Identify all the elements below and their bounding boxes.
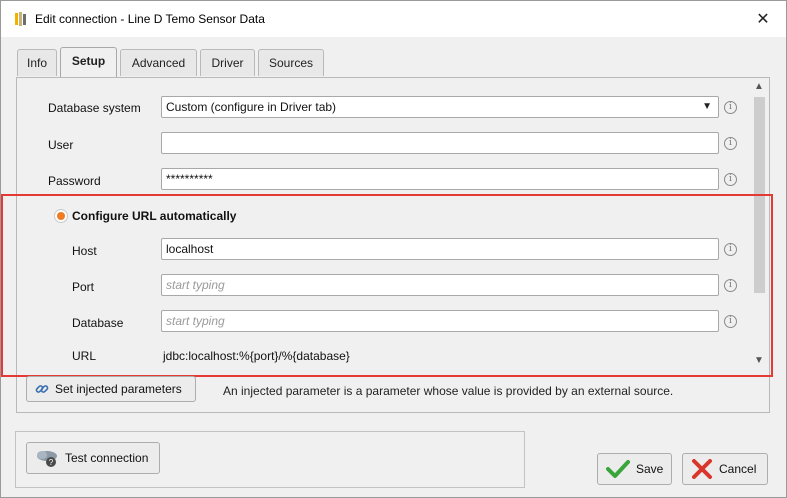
user-label: User: [48, 138, 74, 152]
url-label: URL: [72, 349, 97, 363]
database-system-label: Database system: [48, 101, 141, 115]
port-info-icon[interactable]: i: [724, 279, 737, 292]
port-label: Port: [72, 280, 95, 294]
tab-setup[interactable]: Setup: [60, 47, 117, 77]
edit-connection-dialog: Edit connection - Line D Temo Sensor Dat…: [0, 0, 787, 498]
database-label: Database: [72, 316, 124, 330]
scroll-down-icon[interactable]: ▼: [751, 353, 767, 369]
host-info-icon[interactable]: i: [724, 243, 737, 256]
url-value: jdbc:localhost:%{port}/%{database}: [163, 349, 350, 363]
title-bar: Edit connection - Line D Temo Sensor Dat…: [1, 1, 786, 37]
scroll-up-icon[interactable]: ▲: [751, 79, 767, 95]
configure-url-auto-label: Configure URL automatically: [72, 209, 237, 223]
checkmark-icon: [606, 460, 630, 478]
window-title: Edit connection - Line D Temo Sensor Dat…: [35, 12, 265, 26]
database-system-select[interactable]: Custom (configure in Driver tab) ▼: [161, 96, 719, 118]
save-button[interactable]: Save: [597, 453, 672, 485]
port-input[interactable]: start typing: [161, 274, 719, 296]
cancel-button[interactable]: Cancel: [682, 453, 768, 485]
password-label: Password: [48, 174, 101, 188]
password-input[interactable]: **********: [161, 168, 719, 190]
link-icon: [35, 385, 49, 393]
svg-text:?: ?: [49, 458, 54, 467]
cancel-x-icon: [692, 459, 712, 479]
network-test-icon: ?: [37, 451, 57, 467]
dropdown-arrow-icon: ▼: [702, 101, 712, 112]
close-icon: ✕: [756, 11, 770, 28]
injected-parameter-note: An injected parameter is a parameter who…: [223, 384, 674, 398]
user-info-icon[interactable]: i: [724, 137, 737, 150]
host-label: Host: [72, 244, 97, 258]
host-input[interactable]: localhost: [161, 238, 719, 260]
database-input[interactable]: start typing: [161, 310, 719, 332]
setup-form: Database system Custom (configure in Dri…: [17, 78, 751, 368]
database-info-icon[interactable]: i: [724, 315, 737, 328]
configure-url-auto-radio[interactable]: [54, 209, 68, 223]
form-scrollbar[interactable]: ▲ ▼: [751, 79, 767, 369]
password-info-icon[interactable]: i: [724, 173, 737, 186]
close-button[interactable]: ✕: [740, 1, 786, 37]
tab-info[interactable]: Info: [17, 49, 57, 76]
set-injected-parameters-button[interactable]: Set injected parameters: [26, 376, 196, 402]
test-connection-button[interactable]: ? Test connection: [26, 442, 160, 474]
app-logo-icon: [15, 12, 26, 26]
tab-sources[interactable]: Sources: [258, 49, 324, 76]
scroll-thumb[interactable]: [754, 97, 765, 293]
tab-driver[interactable]: Driver: [200, 49, 255, 76]
database-system-info-icon[interactable]: i: [724, 101, 737, 114]
user-input[interactable]: [161, 132, 719, 154]
tab-advanced[interactable]: Advanced: [120, 49, 197, 76]
